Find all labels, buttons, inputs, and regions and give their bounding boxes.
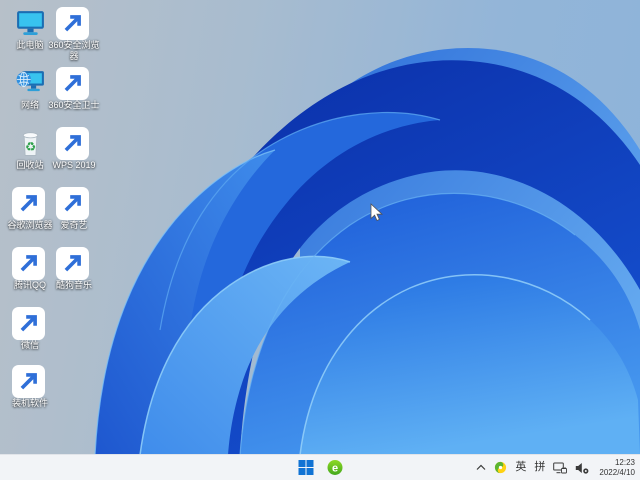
shortcut-arrow-overlay xyxy=(55,127,89,160)
iqiyi-icon: iQIYI xyxy=(55,186,91,220)
icon-label: 酷狗音乐 xyxy=(55,280,92,290)
desktop-screen: 此电脑 e 360安全浏览器 xyxy=(0,0,640,480)
icon-label: 360安全卫士 xyxy=(48,100,100,110)
shortcut-arrow-overlay xyxy=(55,67,89,100)
icon-label: 爱奇艺 xyxy=(60,220,88,230)
clock-date: 2022/4/10 xyxy=(599,467,635,477)
svg-text:e: e xyxy=(331,463,337,475)
360-ball-icon xyxy=(495,461,507,474)
shortcut-arrow-overlay xyxy=(11,187,45,220)
qq-icon xyxy=(11,246,47,280)
chrome-icon xyxy=(11,186,47,220)
shortcut-arrow-overlay xyxy=(55,7,89,40)
shortcut-arrow-overlay xyxy=(55,247,89,280)
taskbar-center-group: e xyxy=(295,457,346,478)
volume-tray-icon[interactable] xyxy=(575,455,589,480)
ime-pinyin-indicator[interactable]: 拼 xyxy=(534,455,545,480)
wechat-icon xyxy=(11,306,47,340)
desktop-icon-wechat[interactable]: 微信 xyxy=(0,306,60,351)
tray-expand-chevron[interactable] xyxy=(476,455,486,480)
chevron-up-icon xyxy=(476,464,486,470)
desktop-icon-wps-2019[interactable]: W WPS 2019 xyxy=(44,126,104,171)
svg-text:♻: ♻ xyxy=(24,140,35,154)
shortcut-arrow-overlay xyxy=(11,307,45,340)
desktop-icon-iqiyi[interactable]: iQIYI 爱奇艺 xyxy=(44,186,104,231)
taskbar-360browser-button[interactable]: e xyxy=(324,457,346,478)
shortcut-arrow-overlay xyxy=(11,247,45,280)
this-pc-icon xyxy=(14,6,47,39)
ime-english-indicator[interactable]: 英 xyxy=(515,455,526,480)
desktop-icon-360-safe-guard[interactable]: 360安全卫士 xyxy=(44,66,104,111)
icon-label: 微信 xyxy=(20,340,39,350)
shortcut-arrow-overlay xyxy=(11,365,45,398)
taskbar-clock[interactable]: 12:23 2022/4/10 xyxy=(597,458,635,477)
360-browser-icon: e xyxy=(55,6,91,40)
recycle-bin-icon: ♻ xyxy=(14,126,47,159)
kugou-icon xyxy=(55,246,91,280)
shortcut-arrow-overlay xyxy=(55,187,89,220)
windows-logo-icon xyxy=(298,460,313,475)
icon-label: 装机软件 xyxy=(11,398,48,408)
tray-360-icon[interactable] xyxy=(494,455,507,480)
start-button[interactable] xyxy=(295,457,317,478)
ethernet-icon xyxy=(553,462,568,473)
icon-label: 360安全浏览器 xyxy=(48,40,100,61)
browser-e-icon: e xyxy=(327,460,342,475)
speaker-icon xyxy=(576,462,589,474)
taskbar: e 英 拼 12:23 2022/4/10 xyxy=(0,454,640,480)
clock-time: 12:23 xyxy=(614,458,635,467)
folder-icon xyxy=(11,364,47,398)
icon-label: WPS 2019 xyxy=(52,160,96,170)
360-safe-guard-icon xyxy=(55,66,91,100)
system-tray: 英 拼 12:23 2022/4/10 xyxy=(476,455,635,480)
wps-icon: W xyxy=(55,126,91,160)
network-tray-icon[interactable] xyxy=(553,455,568,480)
desktop-icon-kugou-music[interactable]: 酷狗音乐 xyxy=(44,246,104,291)
desktop-icon-360-browser[interactable]: e 360安全浏览器 xyxy=(44,6,104,62)
network-icon xyxy=(14,66,47,99)
desktop-icon-setup-folder[interactable]: 装机软件 xyxy=(0,364,60,409)
